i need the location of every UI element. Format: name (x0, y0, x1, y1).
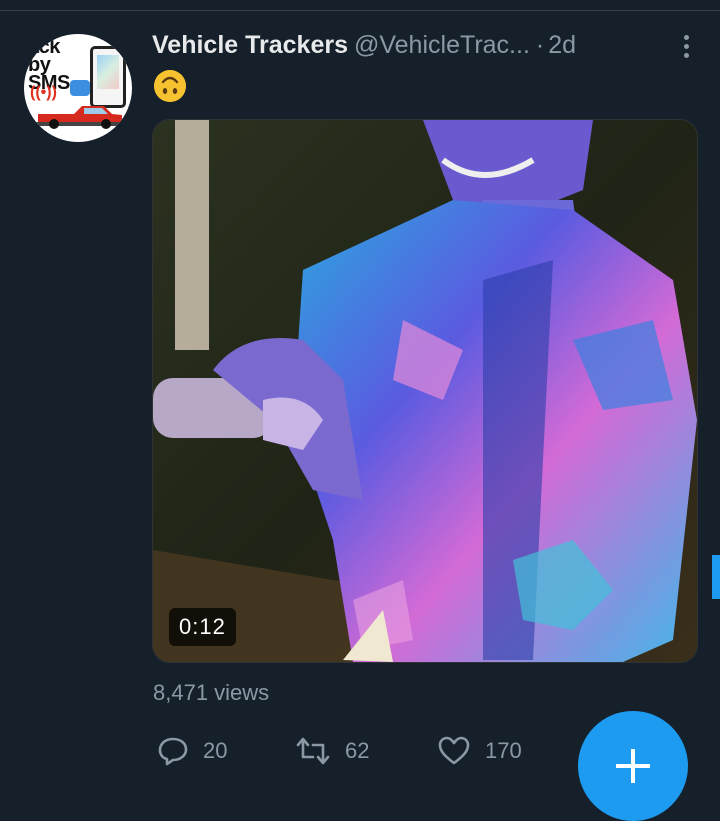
display-name[interactable]: Vehicle Trackers (152, 31, 348, 59)
retweet-button[interactable]: 62 (295, 733, 369, 769)
like-button[interactable]: 170 (437, 733, 522, 769)
tweet-header: Vehicle Trackers @VehicleTrac... · 2d (152, 31, 690, 61)
chat-icon (70, 80, 90, 96)
top-divider (0, 10, 720, 11)
retweet-count: 62 (345, 738, 370, 763)
more-vertical-icon[interactable] (680, 33, 692, 59)
scrollbar-thumb[interactable] (712, 555, 720, 599)
reply-button[interactable]: 20 (157, 733, 227, 769)
video-duration: 0:12 (169, 608, 236, 646)
truck-icon (34, 106, 126, 129)
like-count: 170 (485, 738, 522, 763)
reply-count: 20 (203, 738, 228, 763)
heart-icon (438, 736, 470, 765)
compose-tweet-button[interactable] (578, 711, 688, 821)
upside-down-face-emoji-icon (154, 70, 186, 102)
tweet-text (154, 70, 186, 107)
phone-icon (90, 46, 126, 108)
signal-icon: ((•)) (30, 84, 57, 101)
view-count: 8,471 views (153, 680, 270, 705)
tweet-time[interactable]: 2d (548, 31, 576, 59)
user-handle[interactable]: @VehicleTrac... (354, 31, 530, 59)
avatar[interactable]: ack by SMS ((•)) (24, 34, 132, 142)
retweet-icon (296, 737, 330, 765)
video-player[interactable]: 0:12 (152, 119, 698, 663)
video-frame (153, 120, 697, 662)
reply-icon (158, 737, 188, 766)
separator-dot: · (535, 31, 545, 59)
